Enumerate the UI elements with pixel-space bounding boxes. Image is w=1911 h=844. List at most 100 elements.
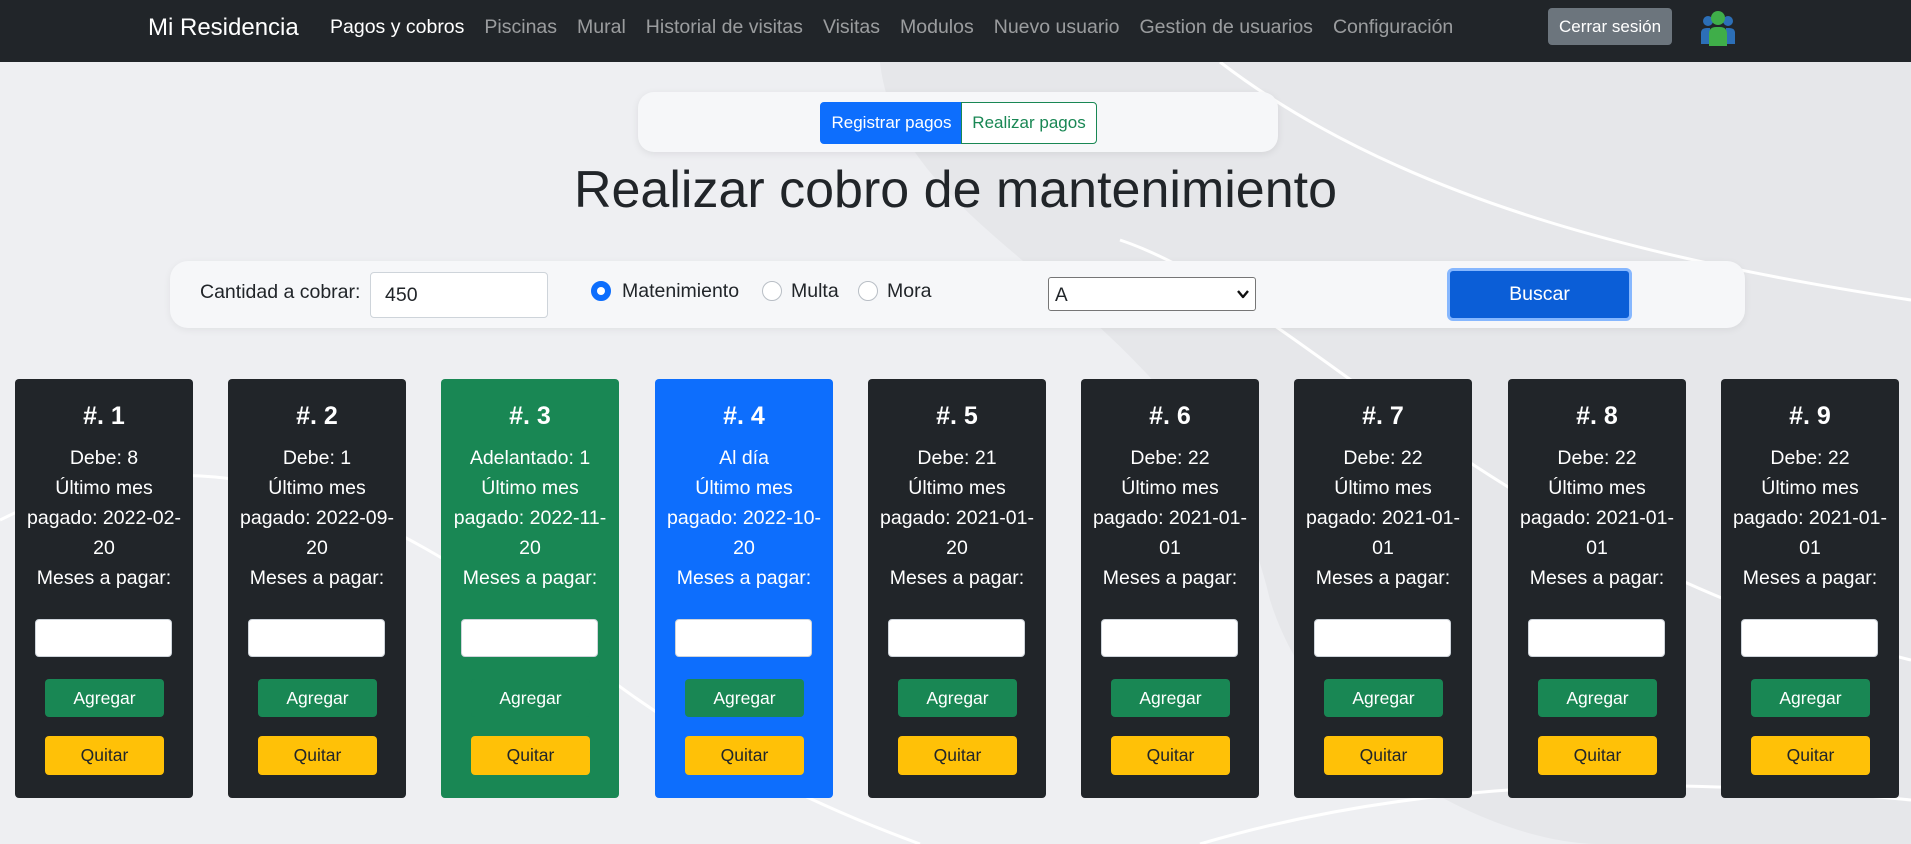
block-select-value: A (1055, 285, 1068, 306)
unit-number: #. 9 (1789, 402, 1831, 430)
add-button[interactable]: Agregar (45, 679, 164, 717)
add-button[interactable]: Agregar (1751, 679, 1870, 717)
last-paid-date: 2022-09-20 (306, 507, 394, 559)
logout-button[interactable]: Cerrar sesión (1548, 8, 1673, 45)
unit-card: #. 6 Debe: 22 Último mes pagado: 2021-01… (1081, 379, 1259, 798)
tab-registrar-pagos[interactable]: Registrar pagos (820, 102, 963, 144)
last-paid-date: 2022-11-20 (519, 507, 607, 559)
chevron-down-icon (1237, 290, 1249, 299)
radio-mantenimiento[interactable] (591, 281, 611, 301)
unit-card: #. 2 Debe: 1 Último mes pagado: 2022-09-… (228, 379, 406, 798)
unit-card: #. 4 Al día Último mes pagado: 2022-10-2… (655, 379, 833, 798)
unit-card: #. 1 Debe: 8 Último mes pagado: 2022-02-… (15, 379, 193, 798)
unit-details: Debe: 22 Último mes pagado: 2021-01-01 M… (1089, 443, 1251, 593)
radio-mora[interactable] (858, 281, 878, 301)
months-to-pay-input[interactable] (1741, 619, 1878, 657)
block-select[interactable]: A (1048, 277, 1256, 311)
brand-link[interactable]: Mi Residencia (148, 14, 299, 42)
tab-realizar-pagos[interactable]: Realizar pagos (961, 102, 1097, 144)
nav-link-piscinas[interactable]: Piscinas (484, 16, 557, 39)
add-button[interactable]: Agregar (685, 679, 804, 717)
months-to-pay-input[interactable] (1314, 619, 1451, 657)
months-to-pay-input[interactable] (675, 619, 812, 657)
months-to-pay-input[interactable] (1101, 619, 1238, 657)
unit-number: #. 3 (509, 402, 551, 430)
unit-card: #. 3 Adelantado: 1 Último mes pagado: 20… (441, 379, 619, 798)
last-paid-date: 2022-10-20 (733, 507, 821, 559)
unit-details: Debe: 22 Último mes pagado: 2021-01-01 M… (1729, 443, 1891, 593)
add-button[interactable]: Agregar (1538, 679, 1657, 717)
unit-number: #. 2 (296, 402, 338, 430)
last-paid-date: 2021-01-01 (1799, 507, 1887, 559)
unit-card: #. 9 Debe: 22 Último mes pagado: 2021-01… (1721, 379, 1899, 798)
last-paid-date: 2021-01-01 (1586, 507, 1674, 559)
months-to-pay-input[interactable] (35, 619, 172, 657)
unit-details: Debe: 22 Último mes pagado: 2021-01-01 M… (1516, 443, 1678, 593)
last-paid-date: 2021-01-01 (1159, 507, 1247, 559)
nav-link-nuevo-usuario[interactable]: Nuevo usuario (994, 16, 1120, 39)
amount-label: Cantidad a cobrar: (200, 281, 361, 303)
top-navbar: Mi Residencia Pagos y cobros Piscinas Mu… (0, 0, 1911, 62)
last-paid-date: 2022-02-20 (93, 507, 181, 559)
radio-multa[interactable] (762, 281, 782, 301)
remove-button[interactable]: Quitar (1324, 736, 1443, 775)
add-button[interactable]: Agregar (1324, 679, 1443, 717)
nav-link-gestion-de-usuarios[interactable]: Gestion de usuarios (1140, 16, 1313, 39)
months-to-pay-input[interactable] (248, 619, 385, 657)
unit-status: Debe: 21 (917, 447, 997, 469)
months-to-pay-label: Meses a pagar: (1102, 567, 1238, 589)
months-to-pay-input[interactable] (1528, 619, 1665, 657)
remove-button[interactable]: Quitar (1751, 736, 1870, 775)
unit-number: #. 6 (1149, 402, 1191, 430)
unit-status: Adelantado: 1 (469, 447, 591, 469)
add-button[interactable]: Agregar (471, 679, 590, 717)
last-paid-date: 2021-01-20 (946, 507, 1034, 559)
add-button[interactable]: Agregar (898, 679, 1017, 717)
remove-button[interactable]: Quitar (45, 736, 164, 775)
nav-link-visitas[interactable]: Visitas (823, 16, 880, 39)
remove-button[interactable]: Quitar (898, 736, 1017, 775)
last-paid-date: 2021-01-01 (1372, 507, 1460, 559)
remove-button[interactable]: Quitar (258, 736, 377, 775)
months-to-pay-label: Meses a pagar: (1529, 567, 1665, 589)
nav-link-modulos[interactable]: Modulos (900, 16, 974, 39)
page-title: Realizar cobro de mantenimiento (573, 161, 1338, 219)
add-button[interactable]: Agregar (1111, 679, 1230, 717)
unit-details: Debe: 22 Último mes pagado: 2021-01-01 M… (1302, 443, 1464, 593)
months-to-pay-input[interactable] (461, 619, 598, 657)
remove-button[interactable]: Quitar (1111, 736, 1230, 775)
unit-details: Debe: 1 Último mes pagado: 2022-09-20 Me… (236, 443, 398, 593)
unit-details: Al día Último mes pagado: 2022-10-20 Mes… (663, 443, 825, 593)
nav-link-configuracion[interactable]: Configuración (1333, 16, 1453, 39)
months-to-pay-label: Meses a pagar: (36, 567, 172, 589)
unit-card: #. 7 Debe: 22 Último mes pagado: 2021-01… (1294, 379, 1472, 798)
unit-status: Al día (719, 447, 769, 469)
months-to-pay-label: Meses a pagar: (1315, 567, 1451, 589)
months-to-pay-label: Meses a pagar: (249, 567, 385, 589)
unit-number: #. 1 (83, 402, 125, 430)
amount-input[interactable] (370, 272, 548, 318)
radio-label-mantenimiento: Matenimiento (622, 280, 740, 302)
unit-card: #. 5 Debe: 21 Último mes pagado: 2021-01… (868, 379, 1046, 798)
user-group-icon[interactable] (1700, 8, 1736, 48)
nav-link-mural[interactable]: Mural (577, 16, 626, 39)
unit-status: Debe: 22 (1130, 447, 1210, 469)
remove-button[interactable]: Quitar (685, 736, 804, 775)
remove-button[interactable]: Quitar (1538, 736, 1657, 775)
search-button[interactable]: Buscar (1447, 268, 1632, 321)
remove-button[interactable]: Quitar (471, 736, 590, 775)
unit-details: Adelantado: 1 Último mes pagado: 2022-11… (449, 443, 611, 593)
radio-label-multa: Multa (791, 280, 839, 302)
nav-link-pagos-y-cobros[interactable]: Pagos y cobros (330, 16, 464, 39)
unit-number: #. 5 (936, 402, 978, 430)
radio-label-mora: Mora (887, 280, 932, 302)
months-to-pay-label: Meses a pagar: (889, 567, 1025, 589)
unit-status: Debe: 22 (1343, 447, 1423, 469)
unit-status: Debe: 22 (1770, 447, 1850, 469)
months-to-pay-input[interactable] (888, 619, 1025, 657)
nav-link-historial-de-visitas[interactable]: Historial de visitas (646, 16, 803, 39)
months-to-pay-label: Meses a pagar: (1742, 567, 1878, 589)
unit-status: Debe: 22 (1557, 447, 1637, 469)
unit-details: Debe: 8 Último mes pagado: 2022-02-20 Me… (23, 443, 185, 593)
add-button[interactable]: Agregar (258, 679, 377, 717)
